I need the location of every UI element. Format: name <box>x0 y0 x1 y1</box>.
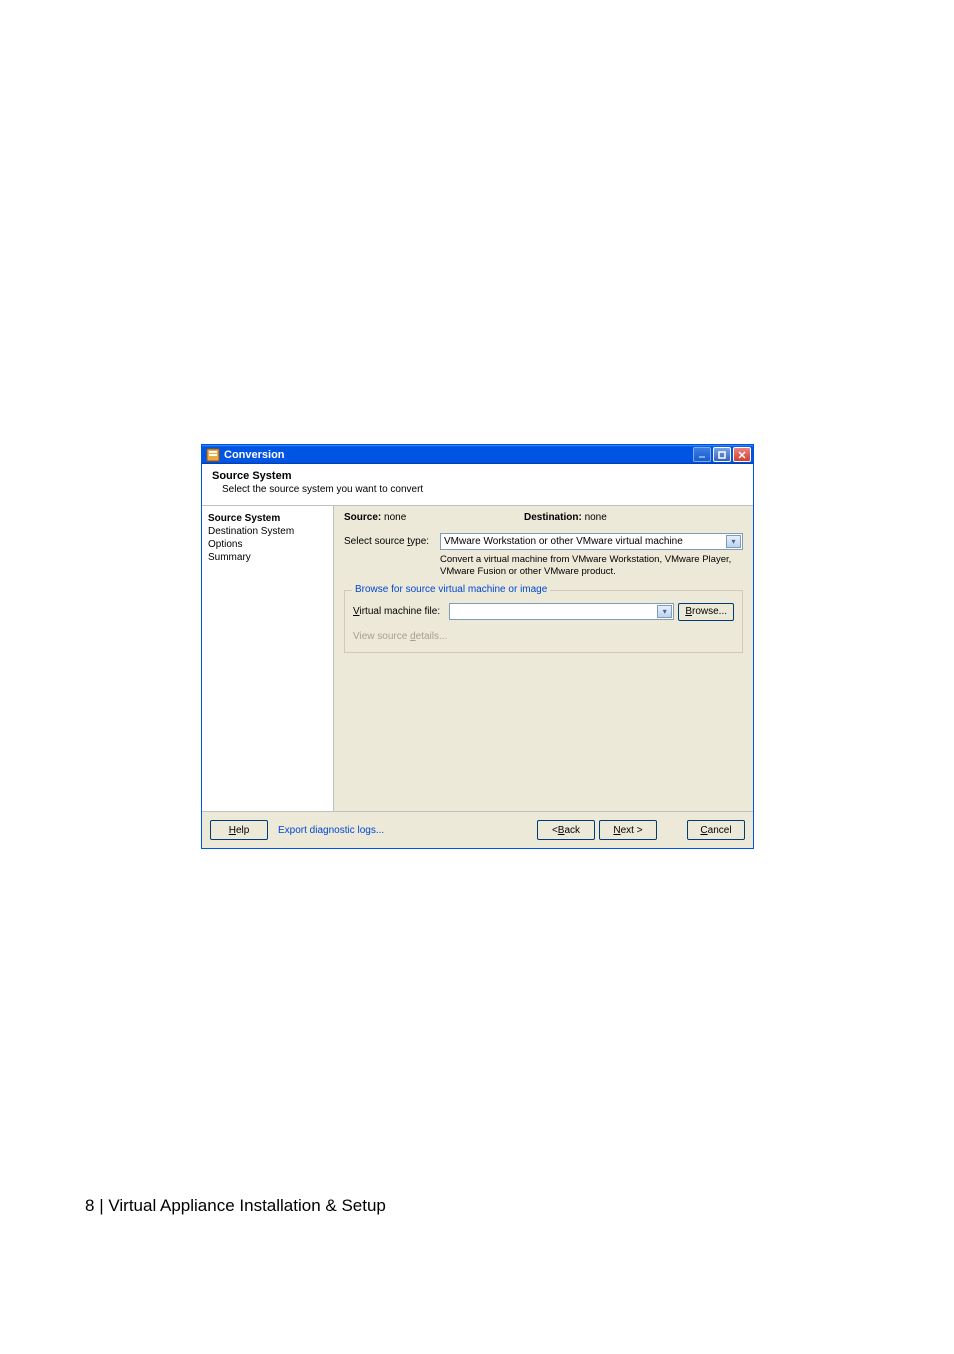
destination-value: none <box>585 512 607 523</box>
source-type-dropdown-value: VMware Workstation or other VMware virtu… <box>444 536 683 547</box>
wizard-footer: Help Export diagnostic logs... < Back Ne… <box>202 811 753 848</box>
help-button[interactable]: Help <box>210 820 268 840</box>
next-button[interactable]: Next > <box>599 820 657 840</box>
sidebar-item-options[interactable]: Options <box>208 538 327 551</box>
back-button[interactable]: < Back <box>537 820 595 840</box>
wizard-header: Source System Select the source system y… <box>202 464 753 506</box>
vm-file-combo[interactable]: ▾ <box>449 603 674 620</box>
chevron-down-icon: ▾ <box>657 605 672 618</box>
maximize-button[interactable] <box>713 447 731 462</box>
export-diagnostic-logs-link[interactable]: Export diagnostic logs... <box>278 825 384 836</box>
browse-fieldset-legend: Browse for source virtual machine or ima… <box>352 584 550 595</box>
conversion-window: Conversion Source System Select the sour… <box>201 444 754 849</box>
source-label: Source: <box>344 512 381 523</box>
vm-file-label: Virtual machine file: <box>353 606 445 617</box>
select-source-type-label: Select source type: <box>344 536 440 547</box>
titlebar[interactable]: Conversion <box>202 445 753 464</box>
browse-fieldset: Browse for source virtual machine or ima… <box>344 590 743 653</box>
wizard-content: Source: none Destination: none Select so… <box>334 506 753 811</box>
source-type-hint: Convert a virtual machine from VMware Wo… <box>344 552 743 578</box>
window-controls <box>693 447 751 462</box>
destination-label: Destination: <box>524 512 582 523</box>
wizard-steps-sidebar: Source System Destination System Options… <box>202 506 334 811</box>
wizard-header-subtitle: Select the source system you want to con… <box>212 482 743 495</box>
source-value: none <box>384 512 406 523</box>
wizard-header-title: Source System <box>212 470 743 482</box>
app-icon <box>206 448 220 462</box>
window-title: Conversion <box>224 449 693 461</box>
chevron-down-icon: ▾ <box>726 535 741 548</box>
source-type-dropdown[interactable]: VMware Workstation or other VMware virtu… <box>440 533 743 550</box>
page-footer-title: Virtual Appliance Installation & Setup <box>108 1196 386 1215</box>
page-footer-line: 8 | Virtual Appliance Installation & Set… <box>85 1196 386 1216</box>
browse-button[interactable]: Browse... <box>678 603 734 621</box>
close-button[interactable] <box>733 447 751 462</box>
minimize-button <box>693 447 711 462</box>
sidebar-item-summary[interactable]: Summary <box>208 551 327 564</box>
cancel-button[interactable]: Cancel <box>687 820 745 840</box>
view-source-details-link: View source details... <box>353 631 734 642</box>
sidebar-item-destination-system[interactable]: Destination System <box>208 525 327 538</box>
sidebar-item-source-system[interactable]: Source System <box>208 512 327 525</box>
